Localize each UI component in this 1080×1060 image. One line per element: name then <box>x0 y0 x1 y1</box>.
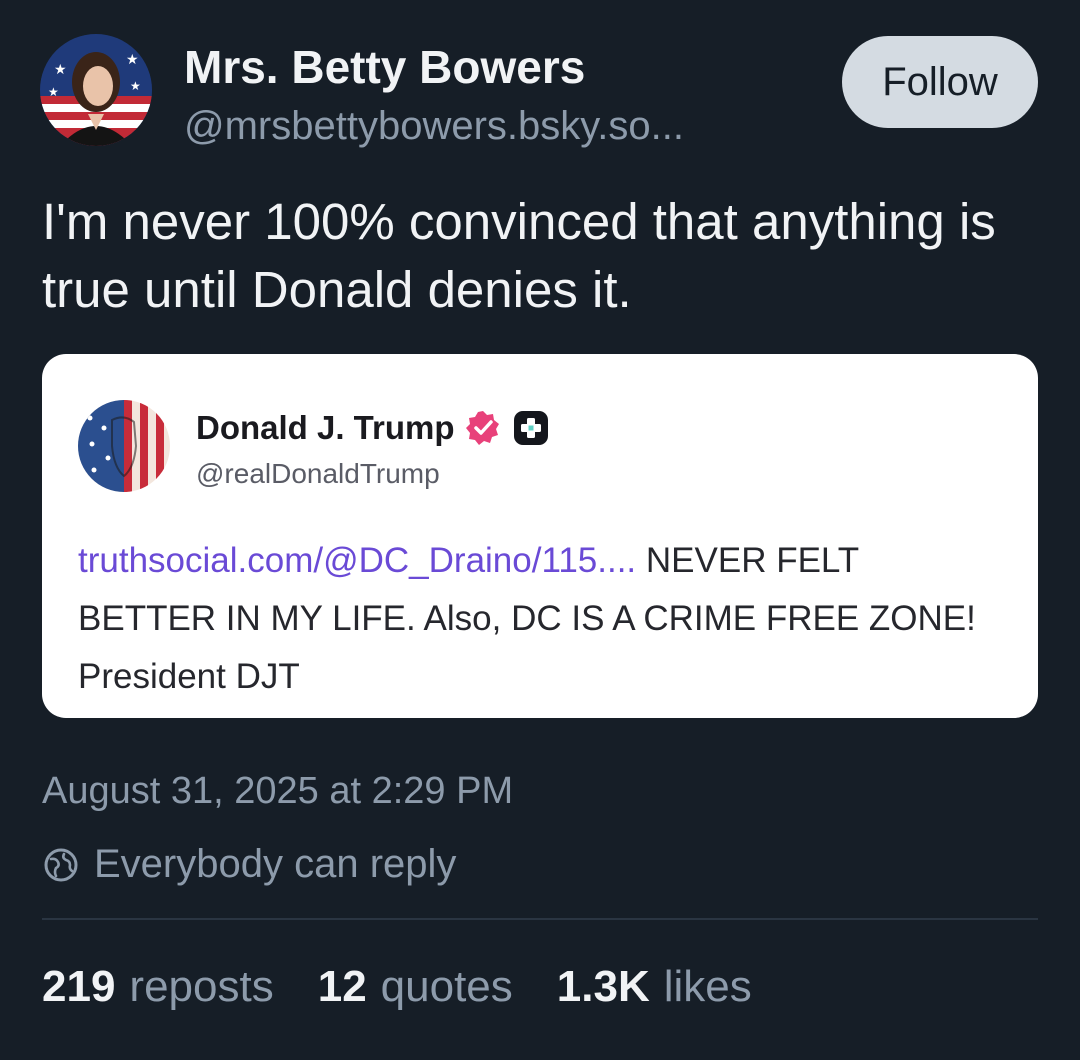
author-avatar[interactable]: ★ ★ ★ ★ <box>40 34 152 146</box>
post: ★ ★ ★ ★ Mrs. Betty Bowers @mrsbettybower… <box>0 0 1080 1060</box>
reposts-label: reposts <box>129 962 274 1011</box>
quotes-count: 12 <box>317 962 367 1011</box>
author-name[interactable]: Mrs. Betty Bowers <box>184 40 585 94</box>
author-handle[interactable]: @mrsbettybowers.bsky.so... <box>184 104 684 149</box>
embed-author-name: Donald J. Trump <box>196 409 455 446</box>
likes-label: likes <box>663 962 752 1011</box>
embed-avatar <box>78 400 170 492</box>
likes-count: 1.3K <box>556 962 650 1011</box>
reply-setting-label: Everybody can reply <box>94 842 457 886</box>
embed-name-row: Donald J. Trump <box>196 408 551 448</box>
likes-stat[interactable]: 1.3K likes <box>557 962 752 1012</box>
quotes-label: quotes <box>380 962 513 1011</box>
verified-icon <box>463 408 503 448</box>
reposts-count: 219 <box>42 962 116 1011</box>
embed-text: truthsocial.com/@DC_Draino/115.... NEVER… <box>78 532 998 706</box>
svg-text:★: ★ <box>54 62 67 78</box>
globe-icon <box>42 846 80 884</box>
post-text: I'm never 100% convinced that anything i… <box>42 193 996 318</box>
post-timestamp: August 31, 2025 at 2:29 PM <box>42 770 514 812</box>
plus-badge-icon <box>511 408 551 448</box>
follow-button[interactable]: Follow <box>842 36 1038 128</box>
svg-text:★: ★ <box>130 79 141 93</box>
reposts-stat[interactable]: 219 reposts <box>42 962 274 1012</box>
embed-link[interactable]: truthsocial.com/@DC_Draino/115.... <box>78 541 636 580</box>
embed-author-handle: @realDonaldTrump <box>196 458 440 489</box>
embedded-image[interactable]: Donald J. Trump @realDonaldTrump truthso… <box>42 354 1038 718</box>
svg-text:★: ★ <box>48 85 59 99</box>
quotes-stat[interactable]: 12 quotes <box>318 962 513 1012</box>
divider <box>42 918 1038 920</box>
reply-setting: Everybody can reply <box>42 842 456 887</box>
svg-text:★: ★ <box>126 52 139 68</box>
post-stats: 219 reposts 12 quotes 1.3K likes <box>42 962 752 1012</box>
